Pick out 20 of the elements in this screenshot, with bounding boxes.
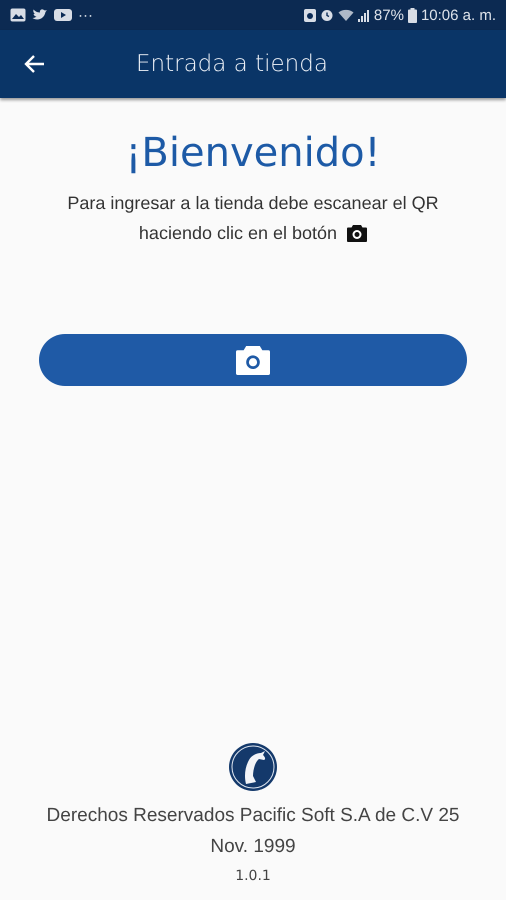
bird-icon xyxy=(32,8,48,22)
back-arrow-icon xyxy=(24,54,46,74)
clock: 10:06 a. m. xyxy=(420,6,496,24)
instruction-text: Para ingresar a la tienda debe escanear el QR xyxy=(67,192,439,215)
alarm-icon xyxy=(320,8,334,22)
scan-button[interactable] xyxy=(39,334,467,386)
copyright-text: Derechos Reservados Pacific Soft S.A de C.V 25 Nov. 1999 xyxy=(46,804,460,859)
more-notifications: ··· xyxy=(78,6,93,24)
gallery-icon xyxy=(10,8,26,22)
camera-icon xyxy=(347,224,368,242)
signal-icon xyxy=(358,8,370,22)
welcome-heading: ¡Bienvenido! xyxy=(125,130,381,176)
version-label: 1.0.1 xyxy=(235,868,271,884)
battery-percent: 87% xyxy=(374,6,404,24)
play-icon xyxy=(54,8,72,22)
instruction-text: haciendo clic en el botón xyxy=(138,222,338,245)
wifi-icon xyxy=(338,8,354,22)
battery-icon xyxy=(408,8,417,22)
screen-title: Entrada a tienda xyxy=(136,51,328,77)
camera-icon xyxy=(236,346,270,374)
